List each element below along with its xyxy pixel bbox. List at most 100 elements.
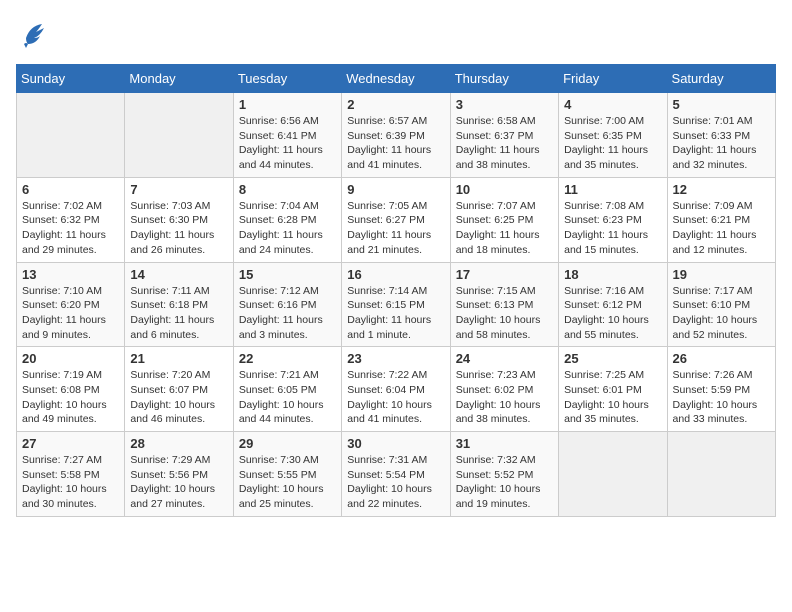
calendar-week-row: 27 Sunrise: 7:27 AM Sunset: 5:58 PM Dayli… — [17, 432, 776, 517]
day-info: Sunrise: 7:10 AM Sunset: 6:20 PM Dayligh… — [22, 284, 119, 343]
calendar-day-cell: 31Sunrise: 7:32 AM Sunset: 5:52 PM Dayli… — [450, 432, 558, 517]
day-info: Sunrise: 6:57 AM Sunset: 6:39 PM Dayligh… — [347, 114, 444, 173]
calendar-day-cell — [125, 93, 233, 178]
calendar-day-cell: 27 Sunrise: 7:27 AM Sunset: 5:58 PM Dayli… — [17, 432, 125, 517]
day-number: 18 — [564, 267, 661, 282]
calendar-day-cell: 11Sunrise: 7:08 AM Sunset: 6:23 PM Dayli… — [559, 177, 667, 262]
logo — [16, 16, 52, 52]
day-info: Sunrise: 7:32 AM Sunset: 5:52 PM Dayligh… — [456, 453, 553, 512]
day-number: 4 — [564, 97, 661, 112]
day-number: 17 — [456, 267, 553, 282]
day-number: 11 — [564, 182, 661, 197]
day-number: 3 — [456, 97, 553, 112]
day-info: Sunrise: 7:01 AM Sunset: 6:33 PM Dayligh… — [673, 114, 770, 173]
calendar-day-cell: 29Sunrise: 7:30 AM Sunset: 5:55 PM Dayli… — [233, 432, 341, 517]
calendar-day-cell — [667, 432, 775, 517]
calendar-day-cell: 4 Sunrise: 7:00 AM Sunset: 6:35 PM Daylig… — [559, 93, 667, 178]
calendar-day-cell: 1 Sunrise: 6:56 AM Sunset: 6:41 PM Daylig… — [233, 93, 341, 178]
weekday-header-saturday: Saturday — [667, 65, 775, 93]
calendar-week-row: 6Sunrise: 7:02 AM Sunset: 6:32 PM Daylig… — [17, 177, 776, 262]
day-info: Sunrise: 7:25 AM Sunset: 6:01 PM Dayligh… — [564, 368, 661, 427]
day-info: Sunrise: 6:58 AM Sunset: 6:37 PM Dayligh… — [456, 114, 553, 173]
day-info: Sunrise: 7:19 AM Sunset: 6:08 PM Dayligh… — [22, 368, 119, 427]
calendar-day-cell — [17, 93, 125, 178]
calendar-day-cell: 23 Sunrise: 7:22 AM Sunset: 6:04 PM Dayli… — [342, 347, 450, 432]
calendar-week-row: 1 Sunrise: 6:56 AM Sunset: 6:41 PM Daylig… — [17, 93, 776, 178]
calendar-week-row: 13 Sunrise: 7:10 AM Sunset: 6:20 PM Dayli… — [17, 262, 776, 347]
weekday-header-thursday: Thursday — [450, 65, 558, 93]
day-info: Sunrise: 7:15 AM Sunset: 6:13 PM Dayligh… — [456, 284, 553, 343]
day-info: Sunrise: 7:03 AM Sunset: 6:30 PM Dayligh… — [130, 199, 227, 258]
day-number: 2 — [347, 97, 444, 112]
day-info: Sunrise: 7:09 AM Sunset: 6:21 PM Dayligh… — [673, 199, 770, 258]
day-info: Sunrise: 7:27 AM Sunset: 5:58 PM Dayligh… — [22, 453, 119, 512]
day-info: Sunrise: 7:22 AM Sunset: 6:04 PM Dayligh… — [347, 368, 444, 427]
day-info: Sunrise: 7:05 AM Sunset: 6:27 PM Dayligh… — [347, 199, 444, 258]
logo-bird-icon — [16, 16, 52, 52]
calendar-day-cell: 26Sunrise: 7:26 AM Sunset: 5:59 PM Dayli… — [667, 347, 775, 432]
day-number: 8 — [239, 182, 336, 197]
day-info: Sunrise: 7:30 AM Sunset: 5:55 PM Dayligh… — [239, 453, 336, 512]
calendar-day-cell: 7 Sunrise: 7:03 AM Sunset: 6:30 PM Daylig… — [125, 177, 233, 262]
day-info: Sunrise: 7:23 AM Sunset: 6:02 PM Dayligh… — [456, 368, 553, 427]
calendar-day-cell: 19 Sunrise: 7:17 AM Sunset: 6:10 PM Dayli… — [667, 262, 775, 347]
day-number: 20 — [22, 351, 119, 366]
day-number: 16 — [347, 267, 444, 282]
page-header — [16, 16, 776, 52]
day-number: 21 — [130, 351, 227, 366]
day-number: 30 — [347, 436, 444, 451]
day-info: Sunrise: 7:17 AM Sunset: 6:10 PM Dayligh… — [673, 284, 770, 343]
calendar-day-cell: 22Sunrise: 7:21 AM Sunset: 6:05 PM Dayli… — [233, 347, 341, 432]
weekday-header-row: SundayMondayTuesdayWednesdayThursdayFrid… — [17, 65, 776, 93]
day-info: Sunrise: 7:04 AM Sunset: 6:28 PM Dayligh… — [239, 199, 336, 258]
calendar-day-cell: 24 Sunrise: 7:23 AM Sunset: 6:02 PM Dayli… — [450, 347, 558, 432]
day-info: Sunrise: 7:00 AM Sunset: 6:35 PM Dayligh… — [564, 114, 661, 173]
day-number: 25 — [564, 351, 661, 366]
day-info: Sunrise: 7:14 AM Sunset: 6:15 PM Dayligh… — [347, 284, 444, 343]
day-number: 23 — [347, 351, 444, 366]
day-number: 1 — [239, 97, 336, 112]
calendar-day-cell: 2 Sunrise: 6:57 AM Sunset: 6:39 PM Daylig… — [342, 93, 450, 178]
calendar-week-row: 20 Sunrise: 7:19 AM Sunset: 6:08 PM Dayli… — [17, 347, 776, 432]
calendar-day-cell — [559, 432, 667, 517]
day-number: 6 — [22, 182, 119, 197]
calendar-day-cell: 16 Sunrise: 7:14 AM Sunset: 6:15 PM Dayli… — [342, 262, 450, 347]
calendar-day-cell: 18 Sunrise: 7:16 AM Sunset: 6:12 PM Dayli… — [559, 262, 667, 347]
day-info: Sunrise: 7:12 AM Sunset: 6:16 PM Dayligh… — [239, 284, 336, 343]
calendar-day-cell: 15 Sunrise: 7:12 AM Sunset: 6:16 PM Dayli… — [233, 262, 341, 347]
calendar-day-cell: 6Sunrise: 7:02 AM Sunset: 6:32 PM Daylig… — [17, 177, 125, 262]
day-number: 19 — [673, 267, 770, 282]
day-info: Sunrise: 7:31 AM Sunset: 5:54 PM Dayligh… — [347, 453, 444, 512]
day-info: Sunrise: 7:20 AM Sunset: 6:07 PM Dayligh… — [130, 368, 227, 427]
day-number: 28 — [130, 436, 227, 451]
day-info: Sunrise: 7:07 AM Sunset: 6:25 PM Dayligh… — [456, 199, 553, 258]
calendar-day-cell: 3 Sunrise: 6:58 AM Sunset: 6:37 PM Daylig… — [450, 93, 558, 178]
day-info: Sunrise: 7:21 AM Sunset: 6:05 PM Dayligh… — [239, 368, 336, 427]
calendar-day-cell: 30 Sunrise: 7:31 AM Sunset: 5:54 PM Dayli… — [342, 432, 450, 517]
day-info: Sunrise: 7:29 AM Sunset: 5:56 PM Dayligh… — [130, 453, 227, 512]
calendar-day-cell: 25 Sunrise: 7:25 AM Sunset: 6:01 PM Dayli… — [559, 347, 667, 432]
day-info: Sunrise: 7:16 AM Sunset: 6:12 PM Dayligh… — [564, 284, 661, 343]
calendar-day-cell: 9 Sunrise: 7:05 AM Sunset: 6:27 PM Daylig… — [342, 177, 450, 262]
day-number: 27 — [22, 436, 119, 451]
day-number: 10 — [456, 182, 553, 197]
day-number: 9 — [347, 182, 444, 197]
day-number: 5 — [673, 97, 770, 112]
weekday-header-sunday: Sunday — [17, 65, 125, 93]
calendar-day-cell: 8 Sunrise: 7:04 AM Sunset: 6:28 PM Daylig… — [233, 177, 341, 262]
weekday-header-monday: Monday — [125, 65, 233, 93]
calendar-day-cell: 12Sunrise: 7:09 AM Sunset: 6:21 PM Dayli… — [667, 177, 775, 262]
day-number: 26 — [673, 351, 770, 366]
day-number: 24 — [456, 351, 553, 366]
day-info: Sunrise: 6:56 AM Sunset: 6:41 PM Dayligh… — [239, 114, 336, 173]
day-number: 13 — [22, 267, 119, 282]
calendar-day-cell: 28 Sunrise: 7:29 AM Sunset: 5:56 PM Dayli… — [125, 432, 233, 517]
calendar-day-cell: 20 Sunrise: 7:19 AM Sunset: 6:08 PM Dayli… — [17, 347, 125, 432]
calendar-table: SundayMondayTuesdayWednesdayThursdayFrid… — [16, 64, 776, 517]
day-number: 15 — [239, 267, 336, 282]
weekday-header-friday: Friday — [559, 65, 667, 93]
calendar-day-cell: 17 Sunrise: 7:15 AM Sunset: 6:13 PM Dayli… — [450, 262, 558, 347]
calendar-day-cell: 14Sunrise: 7:11 AM Sunset: 6:18 PM Dayli… — [125, 262, 233, 347]
day-number: 7 — [130, 182, 227, 197]
calendar-day-cell: 5 Sunrise: 7:01 AM Sunset: 6:33 PM Daylig… — [667, 93, 775, 178]
